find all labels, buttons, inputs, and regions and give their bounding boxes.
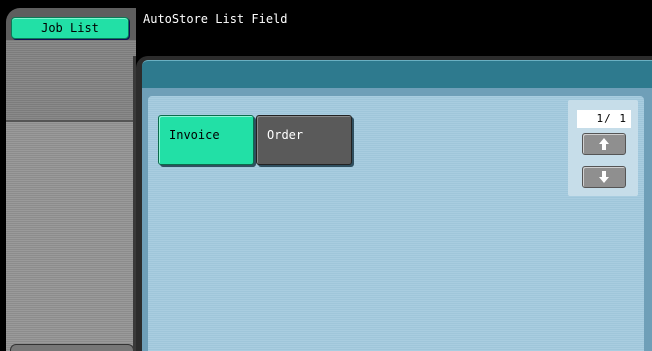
sidebar-section-lower <box>6 122 136 351</box>
sidebar-bottom-tab[interactable] <box>10 344 134 351</box>
job-list-button[interactable]: Job List <box>11 17 129 39</box>
sidebar-panel <box>6 8 136 351</box>
page-indicator: 1/ 1 <box>577 110 631 128</box>
arrow-up-icon <box>599 138 609 150</box>
field-button-invoice[interactable]: Invoice <box>158 115 254 165</box>
sidebar-section-upper <box>6 40 136 122</box>
sidebar: Job List <box>0 0 136 351</box>
field-button-order[interactable]: Order <box>256 115 352 165</box>
page-title: AutoStore List Field <box>143 12 288 26</box>
page-down-button[interactable] <box>582 166 626 188</box>
header-bar <box>142 60 652 89</box>
arrow-down-icon <box>599 171 609 183</box>
page-up-button[interactable] <box>582 133 626 155</box>
